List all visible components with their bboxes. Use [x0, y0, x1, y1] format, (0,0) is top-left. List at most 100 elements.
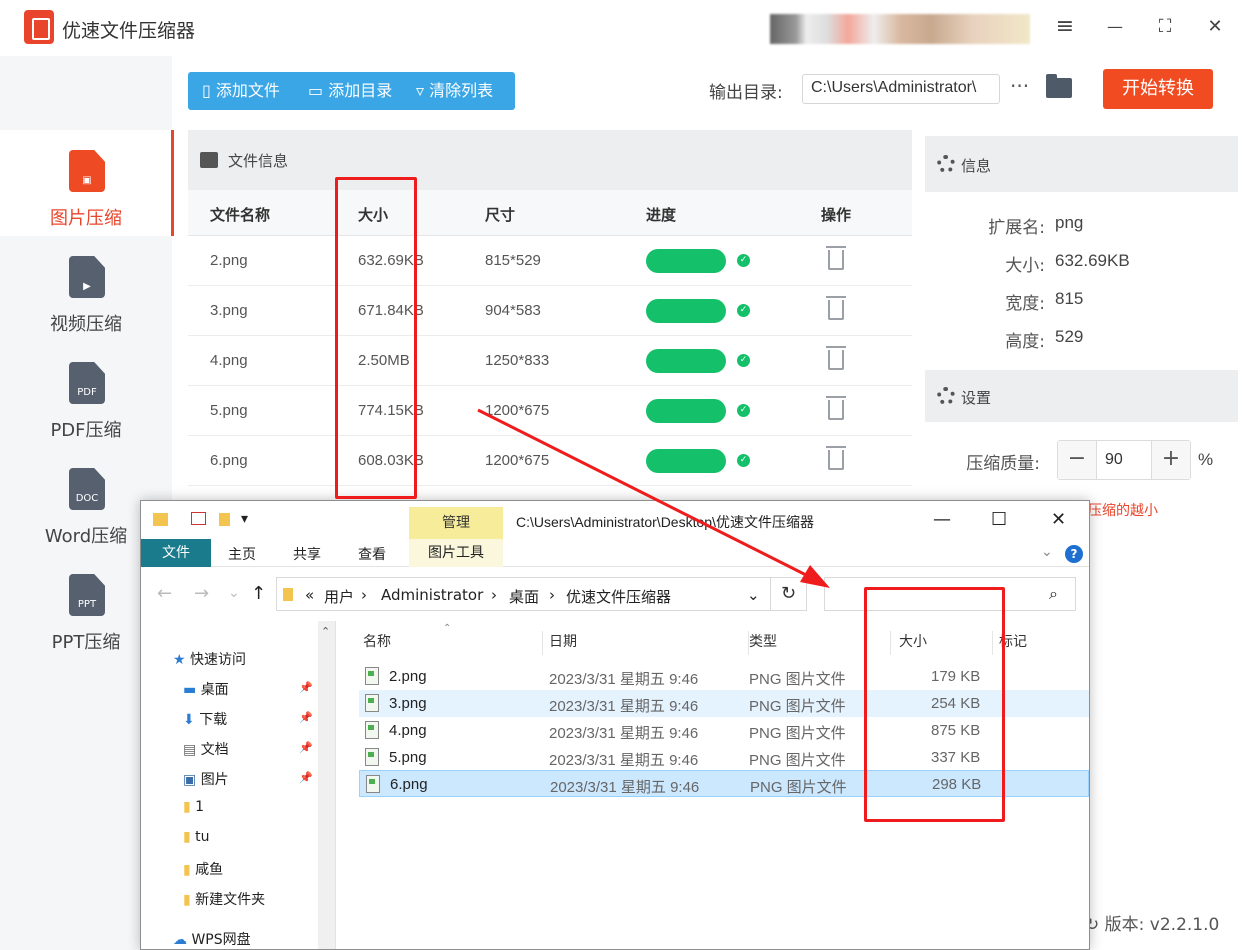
tab-picture-tools[interactable]: 图片工具 [409, 539, 503, 567]
forward-button[interactable]: → [194, 583, 209, 604]
up-button[interactable]: ↑ [251, 583, 266, 604]
decrease-button[interactable]: − [1058, 441, 1096, 479]
col-name[interactable]: 名称 ⌃ [363, 623, 543, 655]
nav-scrollbar[interactable]: ⌃ [318, 621, 335, 949]
tree-item-folder-1[interactable]: ▮ 1 [183, 799, 204, 815]
tree-item-desktop[interactable]: ▬ 桌面 [183, 679, 229, 699]
trash-icon[interactable] [826, 296, 846, 320]
document-icon: ▤ [183, 742, 197, 758]
output-dir-input[interactable]: C:\Users\Administrator\ [802, 74, 1000, 104]
tree-item-folder-tu[interactable]: ▮ tu [183, 829, 210, 845]
tree-item-folder-xianyu[interactable]: ▮ 咸鱼 [183, 859, 223, 879]
progress-bar [646, 249, 726, 273]
minimize-button[interactable]: — [1100, 12, 1130, 42]
tab-home[interactable]: 主页 [228, 544, 256, 564]
pin-icon[interactable]: 📌 [299, 711, 313, 724]
file-name: 3.png [389, 695, 427, 712]
quick-access-dropdown-icon[interactable]: ▾ [241, 511, 248, 527]
folder-icon: ▮ [183, 892, 191, 908]
manage-tab[interactable]: 管理 [409, 507, 503, 539]
file-dimension: 1250*833 [485, 352, 550, 369]
properties-icon[interactable] [191, 512, 206, 525]
increase-button[interactable]: + [1152, 441, 1190, 479]
col-date[interactable]: 日期 [549, 631, 749, 655]
add-folder-button[interactable]: ▭ 添加目录 [308, 72, 392, 110]
ppt-file-icon: PPT [69, 574, 105, 616]
quality-input[interactable]: 90 [1096, 441, 1152, 479]
address-dropdown-icon[interactable]: ⌄ [747, 586, 760, 604]
maximize-button[interactable]: ⛶ [1150, 12, 1180, 42]
maximize-button[interactable]: ☐ [991, 509, 1007, 530]
trash-icon[interactable] [826, 346, 846, 370]
help-icon[interactable]: ? [1065, 545, 1083, 563]
info-key-height: 高度: [1005, 332, 1045, 352]
app-title: 优速文件压缩器 [62, 20, 196, 42]
gear-icon [937, 155, 955, 173]
breadcrumb[interactable]: 优速文件压缩器 [566, 586, 671, 607]
more-options-button[interactable]: ··· [1010, 74, 1029, 98]
col-tags[interactable]: 标记 [999, 631, 1085, 655]
sidebar-item-image-compress[interactable]: ▣ 图片压缩 [0, 130, 174, 236]
table-row[interactable]: 2.png 632.69KB 815*529 ✓ [188, 236, 912, 286]
breadcrumb[interactable]: « [305, 586, 314, 604]
file-name: 3.png [210, 302, 248, 319]
quality-unit: % [1198, 450, 1214, 469]
file-name: 5.png [210, 402, 248, 419]
table-row[interactable]: 5.png 774.15KB 1200*675 ✓ [188, 386, 912, 436]
new-folder-icon[interactable] [219, 513, 230, 526]
info-value-width: 815 [1055, 289, 1084, 308]
back-button[interactable]: ← [157, 583, 172, 604]
recent-dropdown-icon[interactable]: ⌄ [228, 585, 240, 601]
file-type: PNG 图片文件 [750, 779, 847, 796]
check-circle-icon: ✓ [737, 254, 750, 267]
cloud-icon: ☁ [173, 932, 187, 948]
minimize-button[interactable]: — [933, 509, 951, 530]
refresh-button[interactable]: ↻ [771, 577, 807, 611]
tree-item-pictures[interactable]: ▣ 图片 [183, 769, 229, 789]
add-file-button[interactable]: ▯ 添加文件 [202, 72, 280, 110]
search-icon: ⌕ [1049, 584, 1058, 603]
trash-icon[interactable] [826, 396, 846, 420]
file-name: 2.png [389, 668, 427, 685]
file-date: 2023/3/31 星期五 9:46 [550, 779, 700, 796]
pin-icon[interactable]: 📌 [299, 771, 313, 784]
tab-share[interactable]: 共享 [293, 544, 321, 564]
tree-item-documents[interactable]: ▤ 文档 [183, 739, 229, 759]
trash-icon[interactable] [826, 446, 846, 470]
table-row[interactable]: 6.png 608.03KB 1200*675 ✓ [188, 436, 912, 486]
open-folder-icon[interactable] [1046, 74, 1072, 98]
close-button[interactable]: ✕ [1200, 12, 1230, 42]
sidebar-item-video-compress[interactable]: ▶ 视频压缩 [0, 236, 172, 342]
table-row[interactable]: 4.png 2.50MB 1250*833 ✓ [188, 336, 912, 386]
tree-item-quick-access[interactable]: ★ 快速访问 [173, 649, 246, 669]
tree-item-wps-drive[interactable]: ☁ WPS网盘 [173, 929, 251, 949]
explorer-title-path: C:\Users\Administrator\Desktop\优速文件压缩器 [516, 514, 814, 530]
start-convert-button[interactable]: 开始转换 [1103, 69, 1213, 109]
address-bar[interactable]: « 用户 › Administrator › 桌面 › 优速文件压缩器 ⌄ [276, 577, 771, 611]
breadcrumb[interactable]: Administrator [381, 586, 483, 604]
tree-item-downloads[interactable]: ⬇ 下载 [183, 709, 227, 729]
desktop-icon: ▬ [183, 682, 197, 698]
clear-list-button[interactable]: ▿ 清除列表 [416, 72, 493, 110]
breadcrumb-separator: › [491, 586, 497, 604]
tab-view[interactable]: 查看 [358, 544, 386, 564]
tree-item-new-folder[interactable]: ▮ 新建文件夹 [183, 889, 265, 909]
breadcrumb-separator: › [549, 586, 555, 604]
breadcrumb[interactable]: 桌面 [509, 586, 539, 607]
expand-ribbon-icon[interactable]: ⌄ [1041, 544, 1053, 560]
menu-icon[interactable]: ≡ [1050, 12, 1080, 42]
table-row[interactable]: 3.png 671.84KB 904*583 ✓ [188, 286, 912, 336]
folder-icon: ▮ [183, 829, 191, 845]
breadcrumb[interactable]: 用户 [324, 586, 354, 607]
sidebar-item-pdf-compress[interactable]: PDF PDF压缩 [0, 342, 172, 448]
panel-title: 文件信息 [228, 152, 289, 170]
png-file-icon [365, 667, 379, 685]
pin-icon[interactable]: 📌 [299, 681, 313, 694]
file-dimension: 1200*675 [485, 402, 550, 419]
pin-icon[interactable]: 📌 [299, 741, 313, 754]
trash-icon[interactable] [826, 246, 846, 270]
close-button[interactable]: ✕ [1051, 509, 1066, 530]
tab-file[interactable]: 文件 [141, 539, 211, 567]
quality-hint: 压缩的越小 [1088, 502, 1158, 518]
check-circle-icon: ✓ [737, 304, 750, 317]
